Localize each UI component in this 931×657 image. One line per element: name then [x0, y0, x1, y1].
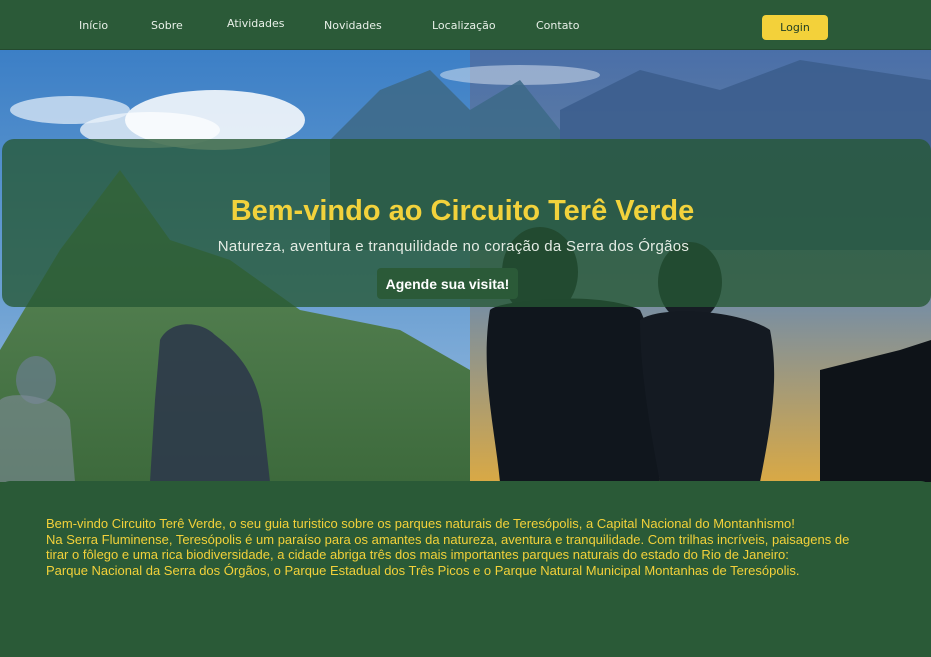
- nav-link-localizacao[interactable]: Localização: [432, 19, 496, 32]
- intro-text: Bem-vindo Circuito Terê Verde, o seu gui…: [46, 516, 866, 578]
- schedule-visit-button[interactable]: Agende sua visita!: [377, 268, 518, 299]
- intro-paragraph: Bem-vindo Circuito Terê Verde, o seu gui…: [46, 516, 795, 531]
- nav-link-novidades[interactable]: Novidades: [324, 19, 382, 32]
- nav-link-atividades[interactable]: Atividades: [227, 17, 284, 30]
- top-navbar: Início Sobre Atividades Novidades Locali…: [0, 0, 931, 50]
- intro-paragraph: Na Serra Fluminense, Teresópolis é um pa…: [46, 531, 850, 563]
- login-button[interactable]: Login: [762, 15, 828, 40]
- nav-link-contato[interactable]: Contato: [536, 19, 579, 32]
- intro-paragraph: Parque Nacional da Serra dos Órgãos, o P…: [46, 562, 800, 578]
- hero-subtitle: Natureza, aventura e tranquilidade no co…: [217, 238, 690, 255]
- nav-link-sobre[interactable]: Sobre: [151, 19, 183, 32]
- hero-title: Bem-vindo ao Circuito Terê Verde: [230, 195, 695, 227]
- nav-link-inicio[interactable]: Início: [79, 19, 108, 32]
- intro-section: Bem-vindo Circuito Terê Verde, o seu gui…: [0, 481, 931, 657]
